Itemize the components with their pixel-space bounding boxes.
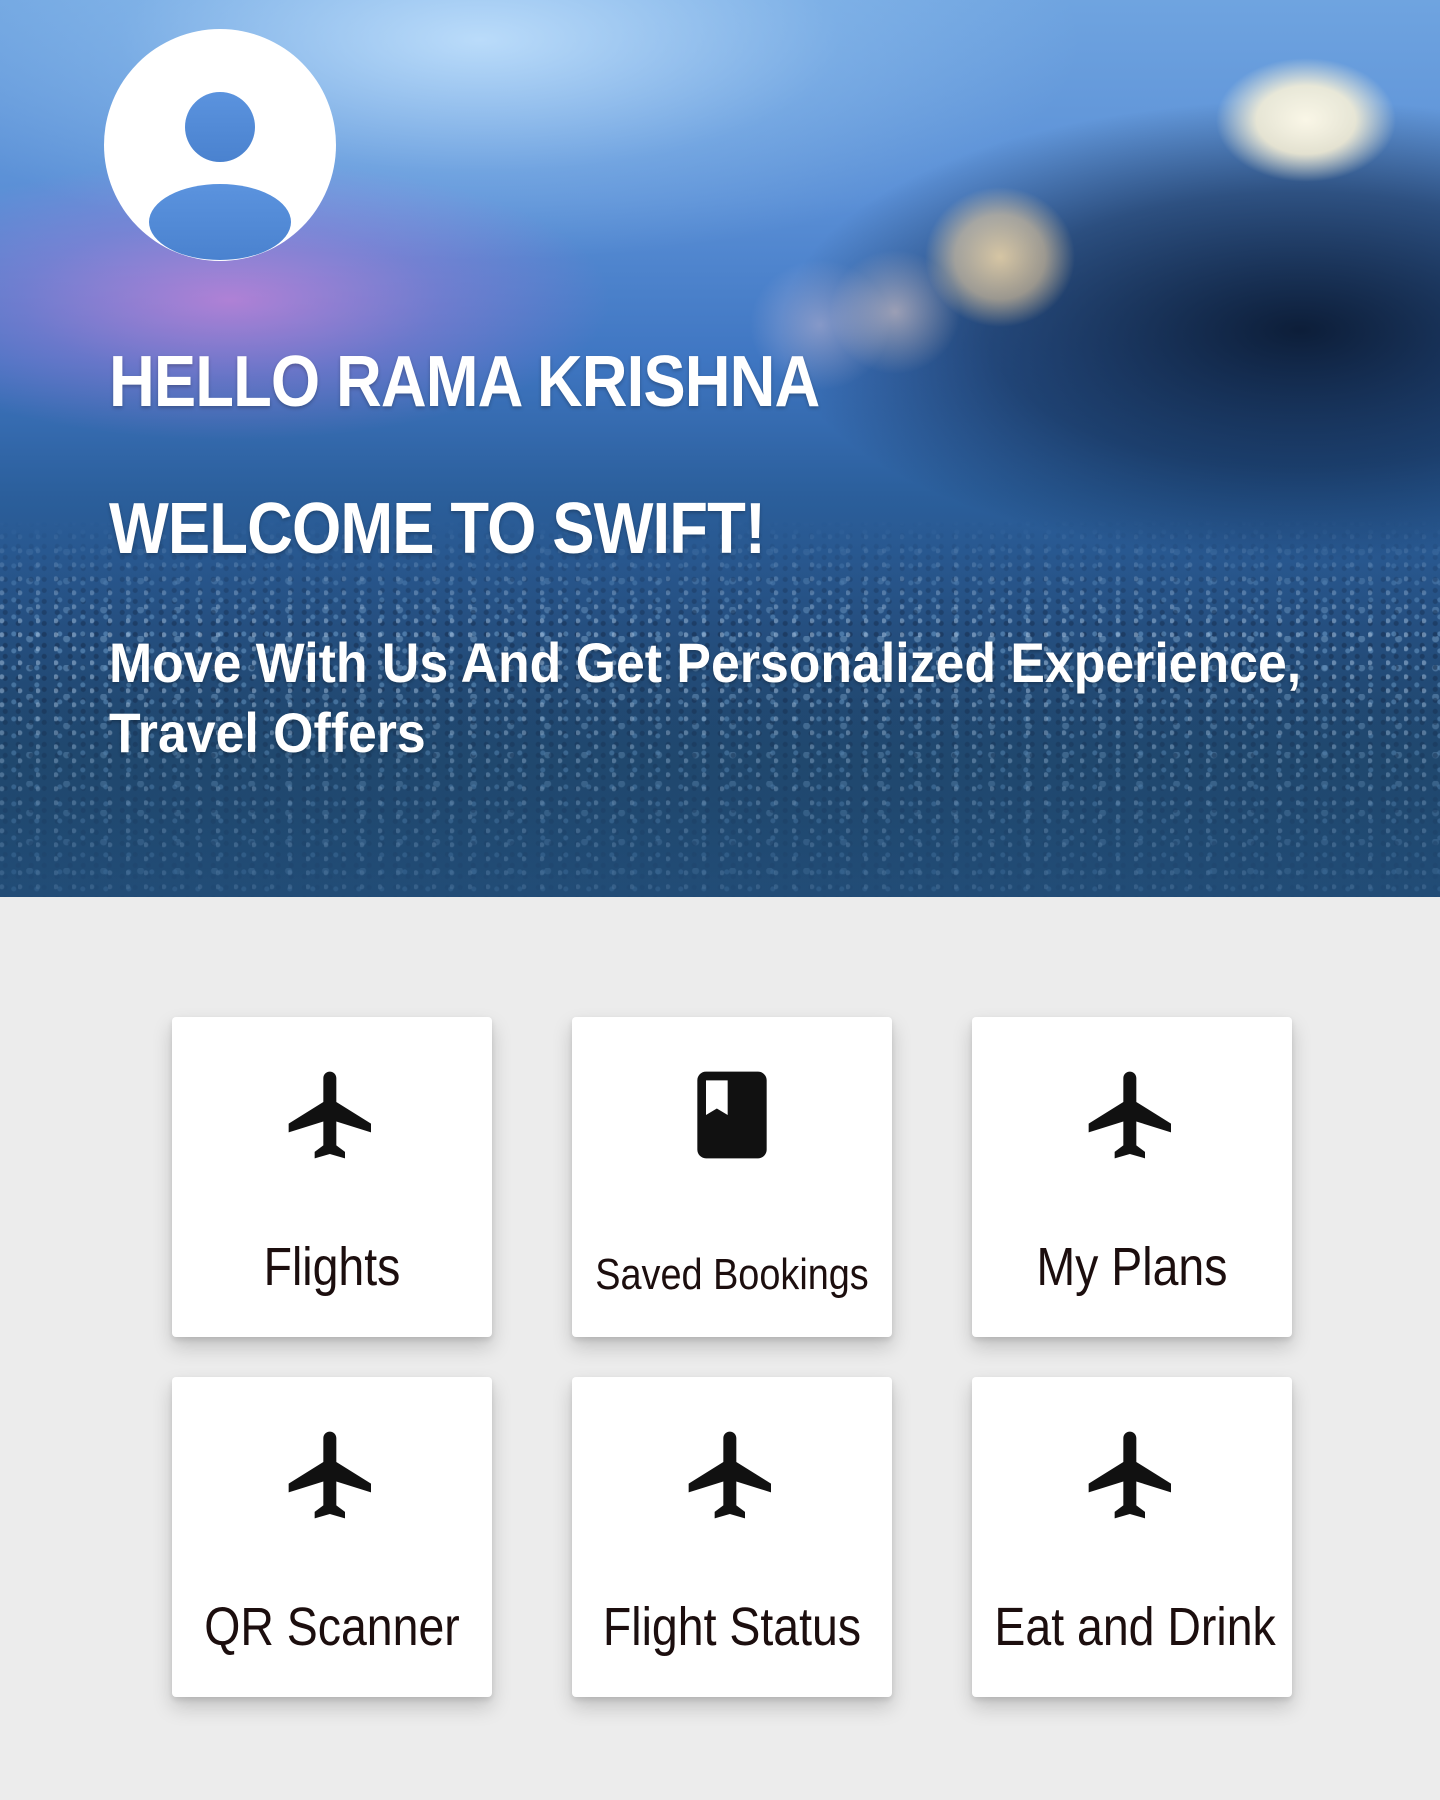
tile-saved-bookings[interactable]: Saved Bookings (572, 1017, 892, 1337)
tile-label: Eat and Drink (994, 1597, 1276, 1657)
airplane-icon (280, 1063, 384, 1167)
airplane-icon (280, 1423, 384, 1527)
tile-flight-status[interactable]: Flight Status (572, 1377, 892, 1697)
greeting-heading: HELLO RAMA KRISHNA (109, 342, 820, 422)
tile-eat-and-drink[interactable]: Eat and Drink (972, 1377, 1292, 1697)
avatar[interactable] (104, 29, 336, 261)
airplane-icon (1080, 1063, 1184, 1167)
account-circle-icon (149, 92, 291, 260)
tile-flights[interactable]: Flights (172, 1017, 492, 1337)
welcome-heading: WELCOME TO SWIFT! (109, 489, 766, 569)
tagline-text: Move With Us And Get Personalized Experi… (109, 631, 1302, 764)
tile-label: My Plans (1036, 1237, 1228, 1297)
hero-banner: HELLO RAMA KRISHNA WELCOME TO SWIFT! Mov… (0, 0, 1440, 897)
tile-qr-scanner[interactable]: QR Scanner (172, 1377, 492, 1697)
airplane-icon (1080, 1423, 1184, 1527)
feature-tile-grid: Flights Saved Bookings My Plans QR Scann… (172, 1017, 1292, 1697)
tile-label: Flights (263, 1237, 401, 1297)
tile-label: Saved Bookings (595, 1250, 869, 1299)
bookmark-book-icon (680, 1063, 784, 1167)
tile-label: QR Scanner (204, 1597, 460, 1657)
app-root: HELLO RAMA KRISHNA WELCOME TO SWIFT! Mov… (0, 0, 1440, 1800)
tile-my-plans[interactable]: My Plans (972, 1017, 1292, 1337)
tile-label: Flight Status (602, 1597, 862, 1657)
airplane-icon (680, 1423, 784, 1527)
